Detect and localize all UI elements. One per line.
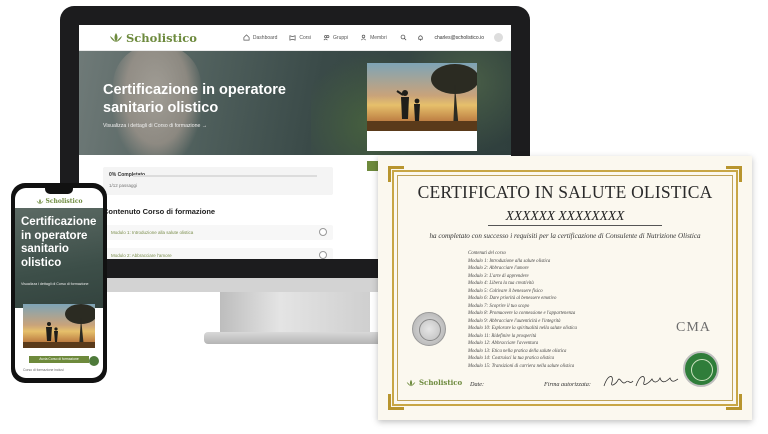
list-item: Modulo 14: Costruisci la tua pratica oli…: [468, 356, 555, 361]
list-item: Modulo 3: L'arte di apprendere: [468, 273, 529, 279]
ipthm-seal-icon: [683, 351, 719, 387]
module-row[interactable]: Modulo 1: Introduzione alla salute olist…: [103, 225, 333, 240]
date-label: Date:: [470, 381, 485, 388]
course-contents-list: Contenuti del corso Modulo 1: Introduzio…: [468, 250, 668, 370]
phone-hero-subtitle[interactable]: Visualizza i dettagli di Corso di formaz…: [21, 282, 88, 286]
phone-hero: Certificazione in operatore sanitario ol…: [15, 208, 103, 308]
cma-logo: CMA: [676, 320, 711, 335]
module-row[interactable]: Modulo 2: Abbracciare l'amore: [103, 248, 333, 259]
accreditation-seal-icon: [412, 312, 446, 346]
progress-bar: [133, 175, 317, 177]
list-item: Modulo 12: Abbracciare l'avventura: [468, 341, 539, 346]
module-label: Modulo 2: Abbracciare l'amore: [111, 253, 172, 258]
list-item: Modulo 8: Promuovere la connessione e l'…: [468, 311, 576, 316]
certificate-brand-logo: Scholistico: [406, 378, 462, 387]
phone-notch: [45, 188, 73, 194]
lotus-icon: [36, 198, 43, 204]
course-image-card: [367, 63, 477, 151]
nav-actions: charles@scholistico.io: [400, 33, 503, 42]
brand-name[interactable]: Scholistico: [46, 198, 83, 205]
corner-ornament: [726, 166, 742, 182]
nav-item-label: Membri: [370, 34, 387, 41]
lotus-icon: [406, 379, 416, 386]
nav-item-label: Dashboard: [252, 34, 278, 41]
home-icon: [243, 34, 250, 41]
phone-screen: Scholistico Certificazione in operatore …: [15, 188, 103, 378]
monitor-stand-base: [204, 332, 386, 344]
phone-chat-fab[interactable]: [89, 356, 99, 366]
brand-logo[interactable]: Scholistico: [109, 31, 197, 45]
search-icon[interactable]: [400, 34, 407, 41]
nav-item-label: Gruppi: [333, 34, 349, 41]
module-status-circle: [319, 251, 327, 259]
list-item: Modulo 7: Scoprire il tuo scopo: [468, 303, 530, 309]
certificate: CERTIFICATO IN SALUTE OLISTICA XXXXXX XX…: [378, 156, 752, 420]
nav-item-label: Corsi: [299, 34, 312, 41]
hero-subtitle: Visualizza i dettagli di Corso di formaz…: [103, 123, 201, 129]
name-underline: [488, 225, 662, 226]
module-label: Modulo 1: Introduzione alla salute olist…: [111, 230, 194, 235]
corner-ornament: [388, 394, 404, 410]
progress-panel: 0% Completato 1/12 passaggi: [103, 167, 333, 195]
phone-topbar: Scholistico: [15, 194, 103, 208]
phone-footer-text: Corso di formazione inclusi: [23, 368, 64, 372]
user-email[interactable]: charles@scholistico.io: [434, 35, 484, 41]
list-item: Modulo 13: Etica nella pratica della sal…: [468, 348, 567, 354]
phone-start-course-button[interactable]: Avvia Corso di formazione: [29, 356, 89, 363]
corner-ornament: [726, 394, 742, 410]
avatar[interactable]: [494, 33, 503, 42]
members-icon: [361, 34, 367, 41]
top-navigation: Scholistico Dashboard Corsi Gruppi Membr…: [79, 25, 511, 51]
lotus-icon: [110, 33, 122, 42]
hero-title: Certificazione in operatore sanitario ol…: [103, 82, 286, 116]
phone-hero-title: Certificazione in operatore sanitario ol…: [21, 216, 97, 269]
signature-label: Firma autorizzata:: [544, 381, 591, 388]
list-item: Modulo 6: Dare priorità al benessere emo…: [468, 296, 557, 301]
course-content-heading: Contenuto Corso di formazione: [103, 207, 216, 216]
book-icon: [289, 35, 296, 41]
recipient-name: XXXXXX XXXXXXXX: [505, 208, 625, 223]
list-item: Modulo 10: Esplorare la spiritualità nel…: [468, 326, 577, 331]
nav-item-dashboard[interactable]: Dashboard: [243, 34, 277, 41]
contents-heading: Contenuti del corso: [468, 251, 506, 256]
list-item: Modulo 11: Ridefinire la prosperità: [468, 333, 537, 339]
list-item: Modulo 15: Transizioni di carriera nella…: [468, 363, 575, 369]
certificate-statement: ha completato con successo i requisiti p…: [429, 232, 701, 240]
phone-course-image: [23, 304, 95, 348]
list-item: Modulo 2: Abbracciare l'amore: [468, 266, 529, 271]
users-icon: [323, 35, 330, 41]
list-item: Modulo 9: Abbracciare l'autenticità e l'…: [468, 318, 561, 324]
brand-name: Scholistico: [126, 30, 197, 45]
monitor-stand-neck: [220, 292, 370, 334]
list-item: Modulo 1: Introduzione alla salute olist…: [468, 258, 551, 264]
list-item: Modulo 4: Libera la tua creatività: [468, 281, 534, 286]
corner-ornament: [388, 166, 404, 182]
certificate-title: CERTIFICATO IN SALUTE OLISTICA: [417, 182, 713, 202]
list-item: Modulo 5: Coltivare il benessere fisico: [468, 288, 543, 294]
family-sunset-image: [367, 63, 477, 131]
hero-subtitle-link[interactable]: Visualizza i dettagli di Corso di formaz…: [103, 123, 207, 129]
progress-steps: 1/12 passaggi: [109, 183, 138, 188]
nav-item-corsi[interactable]: Corsi: [289, 34, 311, 41]
handwritten-signature: [603, 376, 679, 387]
nav-item-gruppi[interactable]: Gruppi: [323, 34, 348, 41]
nav-item-membri[interactable]: Membri: [360, 34, 387, 41]
nav-menu: Dashboard Corsi Gruppi Membri: [243, 34, 387, 41]
module-status-circle: [319, 228, 327, 236]
bell-icon[interactable]: [417, 34, 424, 41]
brand-name: Scholistico: [419, 378, 463, 387]
mobile-phone: Scholistico Certificazione in operatore …: [11, 183, 107, 383]
